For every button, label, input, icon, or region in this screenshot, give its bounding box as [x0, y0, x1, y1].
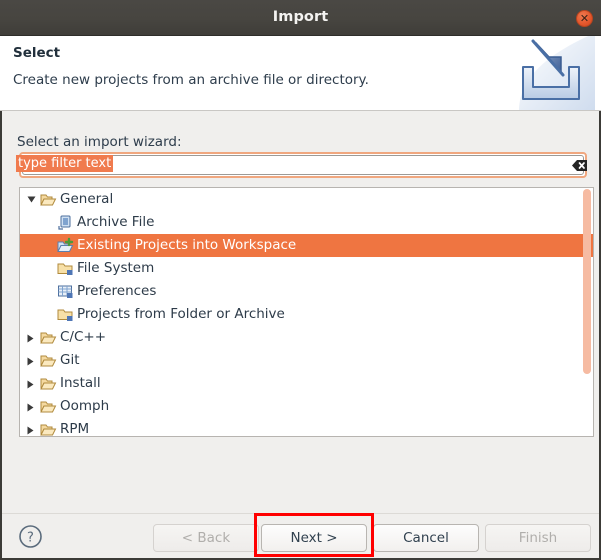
tree-item-label: Archive File	[77, 214, 155, 230]
chevron-right-icon[interactable]	[24, 418, 38, 436]
tree-item[interactable]: Git	[20, 349, 593, 372]
finish-button[interactable]: Finish	[485, 524, 591, 552]
folder-icon	[57, 309, 73, 321]
import-wizard-icon	[519, 36, 595, 110]
tree-item[interactable]: Oomph	[20, 395, 593, 418]
close-icon[interactable]: ✕	[576, 10, 593, 27]
tree-item[interactable]: RPM	[20, 418, 593, 437]
cancel-button[interactable]: Cancel	[373, 524, 479, 552]
back-button[interactable]: < Back	[153, 524, 259, 552]
open-folder-icon	[40, 401, 57, 413]
next-button[interactable]: Next >	[261, 524, 367, 552]
tree-item[interactable]: Archive File	[20, 211, 593, 234]
filter-input-value[interactable]: type filter text	[16, 155, 114, 172]
close-glyph: ✕	[579, 12, 590, 25]
chevron-right-icon[interactable]	[24, 372, 38, 395]
wizard-select-label: Select an import wizard:	[17, 134, 182, 150]
tree-item-label: RPM	[60, 421, 90, 437]
title-bar: Import ✕	[0, 0, 601, 36]
dialog-footer: ? < Back Next > Cancel Finish	[2, 513, 599, 558]
open-folder-icon	[40, 378, 57, 390]
page-title: Select	[13, 45, 61, 61]
help-icon[interactable]: ?	[18, 524, 43, 549]
svg-text:?: ?	[27, 531, 34, 546]
preferences-icon	[58, 285, 73, 298]
tree-item[interactable]: C/C++	[20, 326, 593, 349]
import-wizard-tree[interactable]: General Archive File Existing Projects int…	[19, 187, 594, 437]
tree-item[interactable]: Projects from Folder or Archive	[20, 303, 593, 326]
tree-item-label: C/C++	[60, 329, 107, 345]
tree-item-label: Existing Projects into Workspace	[77, 237, 297, 253]
window-title: Import	[272, 9, 329, 25]
tree-item-selected[interactable]: Existing Projects into Workspace	[20, 234, 593, 257]
tree-rows: General Archive File Existing Projects int…	[20, 188, 593, 437]
chevron-right-icon[interactable]	[24, 349, 38, 372]
tree-item-label: Oomph	[60, 398, 110, 414]
chevron-right-icon[interactable]	[24, 326, 38, 349]
tree-item-label: General	[60, 191, 114, 207]
tree-item-label: Git	[60, 352, 80, 368]
open-folder-icon	[40, 424, 57, 436]
tree-item-label: Preferences	[77, 283, 157, 299]
tree-item-label: Projects from Folder or Archive	[77, 306, 285, 322]
tree-item[interactable]: Preferences	[20, 280, 593, 303]
chevron-down-icon[interactable]	[24, 188, 38, 211]
clear-filter-icon[interactable]	[570, 158, 588, 173]
open-folder-icon	[40, 332, 57, 344]
import-dialog: Import ✕ Select Create new projects from…	[0, 0, 601, 560]
tree-item-label: Install	[60, 375, 101, 391]
tree-item[interactable]: General	[20, 188, 593, 211]
folder-icon	[57, 263, 73, 275]
tree-scrollbar[interactable]	[583, 189, 591, 374]
tree-item[interactable]: Install	[20, 372, 593, 395]
import-projects-icon	[57, 237, 74, 252]
open-folder-icon	[40, 355, 57, 367]
chevron-right-icon[interactable]	[24, 395, 38, 418]
tree-item[interactable]: File System	[20, 257, 593, 280]
page-description: Create new projects from an archive file…	[13, 72, 369, 88]
open-folder-icon	[40, 194, 57, 206]
wizard-header: Select Create new projects from an archi…	[0, 36, 601, 111]
archive-file-icon	[58, 215, 71, 230]
tree-item-label: File System	[77, 260, 155, 276]
